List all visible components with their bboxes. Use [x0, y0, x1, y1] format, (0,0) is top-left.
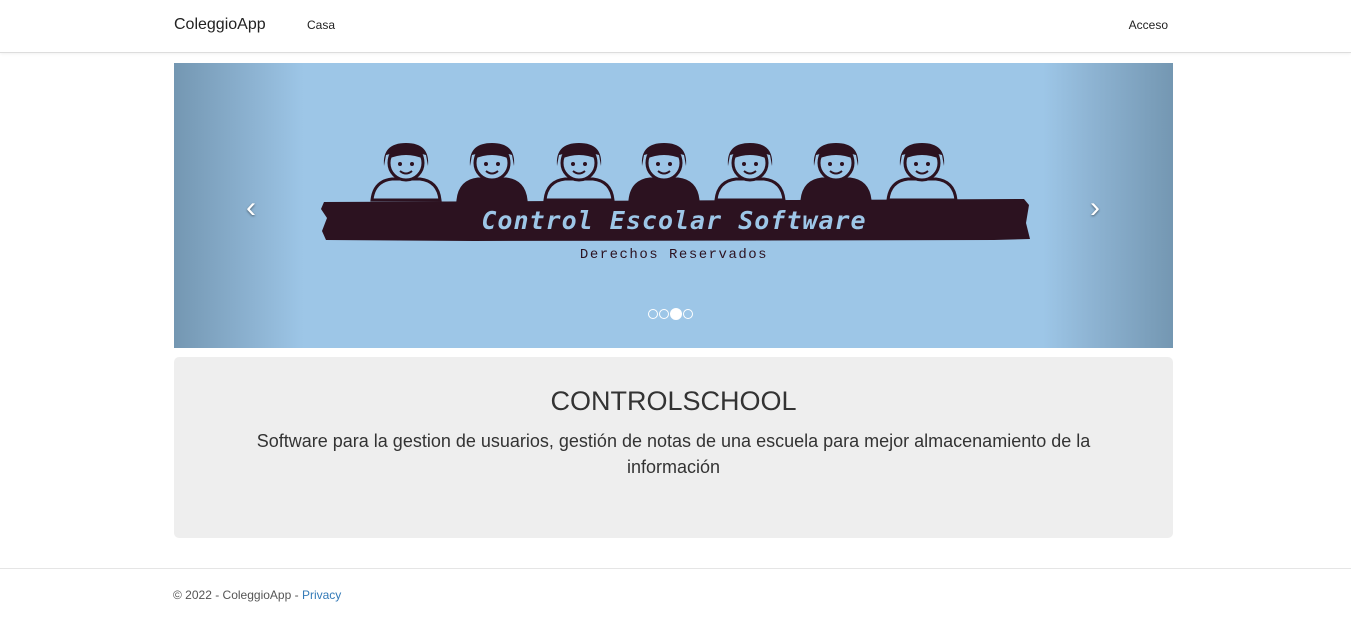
hero-description: Software para la gestion de usuarios, ge…	[256, 431, 1091, 477]
students-illustration	[370, 143, 958, 202]
footer: © 2022 - ColeggioApp - Privacy	[173, 588, 341, 602]
footer-copyright: © 2022 - ColeggioApp -	[173, 588, 299, 602]
student-figure	[543, 143, 615, 202]
student-figure	[800, 143, 872, 202]
student-figure	[628, 143, 700, 202]
carousel-indicator[interactable]	[683, 309, 693, 319]
carousel-indicator-active[interactable]	[670, 308, 682, 320]
carousel-indicators	[648, 308, 693, 320]
carousel-prev-button[interactable]: ‹	[236, 193, 266, 223]
carousel-next-button[interactable]: ›	[1080, 193, 1110, 223]
brand-link[interactable]: ColeggioApp	[174, 16, 266, 34]
footer-divider	[0, 568, 1351, 569]
student-figure	[456, 143, 528, 202]
carousel-slide-image: Control Escolar Software Derechos Reserv…	[321, 143, 1030, 263]
nav-login-link[interactable]: Acceso	[1129, 18, 1168, 32]
navbar: ColeggioApp Casa Acceso	[0, 0, 1351, 53]
hero-panel: CONTROLSCHOOL Software para la gestion d…	[174, 357, 1173, 538]
nav-home-link[interactable]: Casa	[307, 18, 335, 32]
student-figure	[714, 143, 786, 202]
carousel-indicator[interactable]	[659, 309, 669, 319]
banner-title: Control Escolar Software	[481, 206, 866, 235]
privacy-link[interactable]: Privacy	[302, 588, 341, 602]
hero-title: CONTROLSCHOOL	[550, 386, 797, 416]
student-figure	[886, 143, 958, 202]
carousel: Control Escolar Software Derechos Reserv…	[174, 63, 1173, 348]
carousel-indicator[interactable]	[648, 309, 658, 319]
banner-subtitle: Derechos Reservados	[580, 247, 768, 263]
student-figure	[370, 143, 442, 202]
